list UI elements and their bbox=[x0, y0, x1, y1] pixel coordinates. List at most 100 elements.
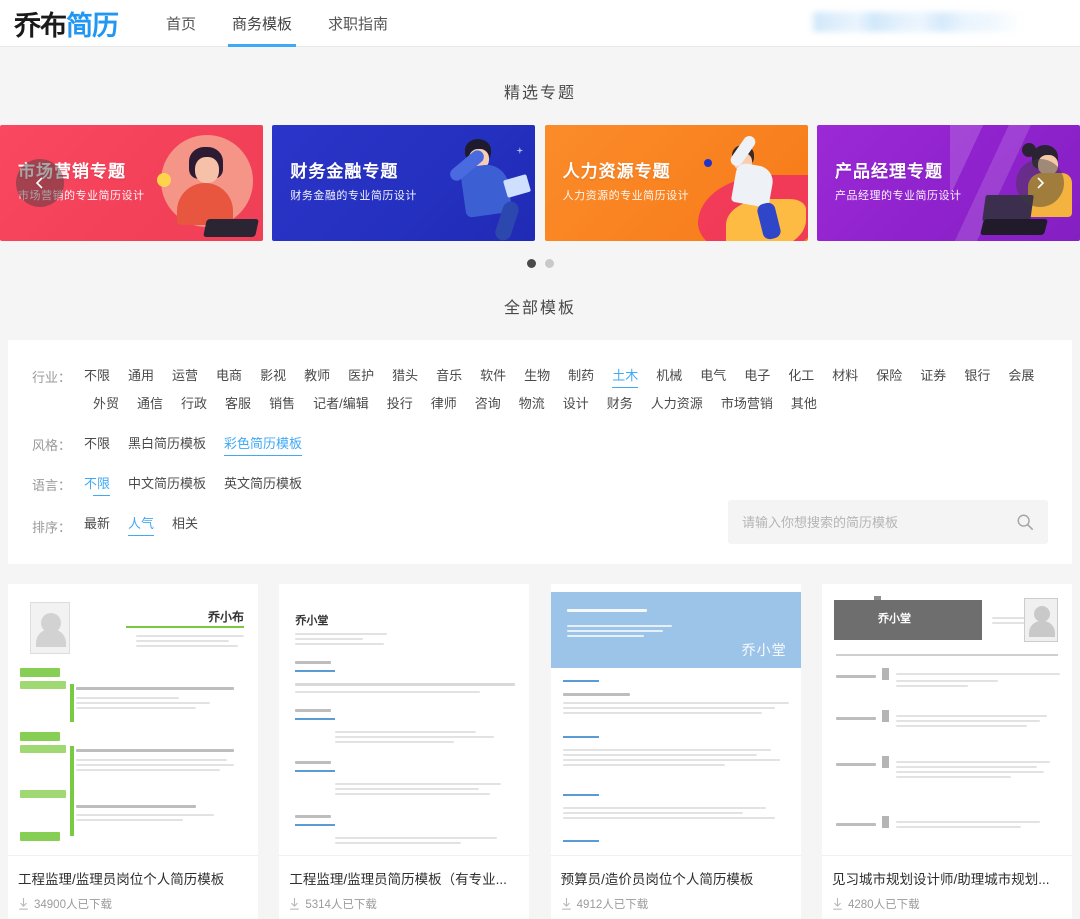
all-templates-title: 全部模板 bbox=[503, 300, 576, 317]
nav-item-business-templates[interactable]: 商务模板 bbox=[214, 0, 310, 47]
banner-subtitle: 产品经理的专业简历设计 bbox=[834, 190, 962, 202]
user-account-area-redacted[interactable] bbox=[810, 12, 1023, 32]
template-downloads: 4280人已下载 bbox=[822, 890, 1072, 919]
filter-industry-option-32[interactable]: 设计 bbox=[554, 390, 598, 418]
filter-language-option-1[interactable]: 中文简历模板 bbox=[119, 470, 215, 498]
filter-industry-option-18[interactable]: 保险 bbox=[867, 362, 911, 390]
search-input[interactable] bbox=[742, 514, 1016, 530]
template-thumbnail-blue[interactable]: 乔小堂 bbox=[550, 584, 801, 856]
filter-industry-option-20[interactable]: 银行 bbox=[955, 362, 999, 390]
filter-options-style: 不限 黑白简历模板 彩色简历模板 bbox=[84, 430, 1048, 458]
filter-industry-option-28[interactable]: 投行 bbox=[378, 390, 422, 418]
resume-name: 乔小堂 bbox=[877, 613, 911, 625]
resume-name: 乔小布 bbox=[207, 610, 244, 624]
download-count-text: 4280人已下载 bbox=[847, 899, 920, 911]
filter-industry-option-25[interactable]: 客服 bbox=[216, 390, 260, 418]
template-thumbnail-white[interactable]: 乔小堂 bbox=[279, 584, 530, 856]
filter-style-option-0[interactable]: 不限 bbox=[84, 430, 119, 458]
filter-label-sort: 排序： bbox=[32, 520, 72, 535]
filter-industry-option-10[interactable]: 生物 bbox=[515, 362, 559, 390]
template-thumbnail-green[interactable]: 乔小布 bbox=[8, 584, 258, 856]
filter-sort-option-1[interactable]: 人气 bbox=[119, 510, 163, 538]
filter-sort-option-2[interactable]: 相关 bbox=[163, 510, 207, 538]
template-card[interactable]: 乔小堂 bbox=[550, 584, 801, 919]
filter-style-option-2[interactable]: 彩色简历模板 bbox=[215, 430, 311, 458]
filter-industry-option-30[interactable]: 咨询 bbox=[466, 390, 510, 418]
template-card[interactable]: 乔小堂 bbox=[279, 584, 530, 919]
site-logo[interactable]: 乔布 简历 bbox=[14, 4, 119, 43]
template-title[interactable]: 工程监理/监理员简历模板（有专业... bbox=[279, 856, 529, 890]
filter-language-option-2[interactable]: 英文简历模板 bbox=[215, 470, 311, 498]
filter-industry-option-36[interactable]: 其他 bbox=[782, 390, 826, 418]
filter-sort-option-0[interactable]: 最新 bbox=[84, 510, 119, 538]
carousel-pagination bbox=[0, 259, 1080, 268]
carousel-prev-button[interactable] bbox=[16, 159, 64, 207]
banner-card-hr[interactable]: 人力资源专题 人力资源的专业简历设计 bbox=[544, 125, 808, 241]
filter-style-option-1[interactable]: 黑白简历模板 bbox=[119, 430, 215, 458]
filter-industry-option-4[interactable]: 影视 bbox=[251, 362, 295, 390]
filter-language-option-0[interactable]: 不限 bbox=[84, 470, 119, 498]
nav-item-job-guide[interactable]: 求职指南 bbox=[310, 0, 406, 47]
filter-industry-option-12[interactable]: 土木 bbox=[603, 362, 647, 390]
resume-name: 乔小堂 bbox=[741, 642, 787, 658]
carousel-next-button[interactable] bbox=[1016, 159, 1064, 207]
filter-industry-option-24[interactable]: 行政 bbox=[172, 390, 216, 418]
carousel-dot-2[interactable] bbox=[544, 259, 554, 268]
filter-panel: 行业： 不限 通用 运营 电商 影视 教师 医护 猎头 音乐 软件 生物 制药 土木 机械 电气 电子 化工 材料… bbox=[8, 340, 1072, 564]
banner-card-finance[interactable]: 财务金融专题 财务金融的专业简历设计 bbox=[272, 125, 536, 241]
filter-industry-option-16[interactable]: 化工 bbox=[779, 362, 823, 390]
resume-name: 乔小堂 bbox=[295, 615, 329, 627]
filter-industry-option-8[interactable]: 音乐 bbox=[427, 362, 471, 390]
template-title[interactable]: 工程监理/监理员岗位个人简历模板 bbox=[8, 856, 258, 890]
filter-industry-option-11[interactable]: 制药 bbox=[559, 362, 603, 390]
search-icon[interactable] bbox=[1016, 513, 1034, 531]
template-title[interactable]: 预算员/造价员岗位个人简历模板 bbox=[551, 856, 801, 890]
filter-industry-option-23[interactable]: 通信 bbox=[128, 390, 172, 418]
site-header: 乔布 简历 首页 商务模板 求职指南 bbox=[0, 0, 1080, 47]
chevron-left-icon bbox=[35, 177, 43, 189]
template-grid: 乔小布 工程监理/监理员岗位个人简历模板 34900人已下载 乔小堂 工程监理/… bbox=[0, 584, 1080, 919]
filter-industry-option-27[interactable]: 记者/编辑 bbox=[304, 390, 378, 418]
filter-industry-option-19[interactable]: 证券 bbox=[911, 362, 955, 390]
nav-item-home[interactable]: 首页 bbox=[148, 0, 214, 47]
filter-industry-option-14[interactable]: 电气 bbox=[691, 362, 735, 390]
filter-industry-option-1[interactable]: 通用 bbox=[119, 362, 163, 390]
template-downloads: 4912人已下载 bbox=[551, 890, 801, 919]
filter-industry-option-5[interactable]: 教师 bbox=[295, 362, 339, 390]
filter-options-industry: 不限 通用 运营 电商 影视 教师 医护 猎头 音乐 软件 生物 制药 土木 机械 电气 电子 化工 材料 保险 证券… bbox=[84, 362, 1048, 418]
filter-industry-option-7[interactable]: 猎头 bbox=[383, 362, 427, 390]
template-search-box[interactable] bbox=[728, 500, 1048, 544]
filter-industry-option-22[interactable]: 外贸 bbox=[84, 390, 128, 418]
template-card[interactable]: 乔小堂 bbox=[821, 584, 1072, 919]
template-title[interactable]: 见习城市规划设计师/助理城市规划... bbox=[822, 856, 1072, 890]
carousel-dot-1[interactable] bbox=[526, 259, 536, 268]
filter-industry-option-34[interactable]: 人力资源 bbox=[642, 390, 712, 418]
template-card[interactable]: 乔小布 工程监理/监理员岗位个人简历模板 34900人已下载 bbox=[8, 584, 258, 919]
resume-preview-art: 乔小布 bbox=[8, 584, 258, 855]
resume-preview-art: 乔小堂 bbox=[822, 584, 1072, 855]
filter-industry-option-15[interactable]: 电子 bbox=[735, 362, 779, 390]
filter-row-industry: 行业： 不限 通用 运营 电商 影视 教师 医护 猎头 音乐 软件 生物 制药 土木 机械 电气 电子 化工 材料… bbox=[32, 362, 1048, 418]
template-downloads: 5314人已下载 bbox=[279, 890, 529, 919]
filter-industry-option-33[interactable]: 财务 bbox=[598, 390, 642, 418]
filter-industry-option-6[interactable]: 医护 bbox=[339, 362, 383, 390]
carousel-track: 市场营销专题 市场营销的专业简历设计 财务金融专题 财务金融的专业简历设计 人力… bbox=[0, 125, 1080, 241]
filter-industry-option-13[interactable]: 机械 bbox=[647, 362, 691, 390]
download-count-text: 4912人已下载 bbox=[576, 899, 649, 911]
filter-industry-option-35[interactable]: 市场营销 bbox=[712, 390, 782, 418]
filter-industry-option-2[interactable]: 运营 bbox=[163, 362, 207, 390]
chevron-right-icon bbox=[1037, 177, 1045, 189]
filter-industry-option-31[interactable]: 物流 bbox=[510, 390, 554, 418]
filter-industry-option-21[interactable]: 会展 bbox=[999, 362, 1043, 390]
filter-industry-option-29[interactable]: 律师 bbox=[422, 390, 466, 418]
download-icon bbox=[19, 898, 28, 910]
filter-industry-option-0[interactable]: 不限 bbox=[84, 362, 119, 390]
filter-industry-option-26[interactable]: 销售 bbox=[260, 390, 304, 418]
filter-industry-option-3[interactable]: 电商 bbox=[207, 362, 251, 390]
download-icon bbox=[561, 898, 571, 910]
template-thumbnail-gray[interactable]: 乔小堂 bbox=[821, 584, 1072, 856]
filter-industry-option-17[interactable]: 材料 bbox=[823, 362, 867, 390]
logo-text-dark: 乔布 bbox=[14, 10, 67, 41]
filter-industry-option-9[interactable]: 软件 bbox=[471, 362, 515, 390]
main-nav: 首页 商务模板 求职指南 bbox=[148, 0, 406, 47]
